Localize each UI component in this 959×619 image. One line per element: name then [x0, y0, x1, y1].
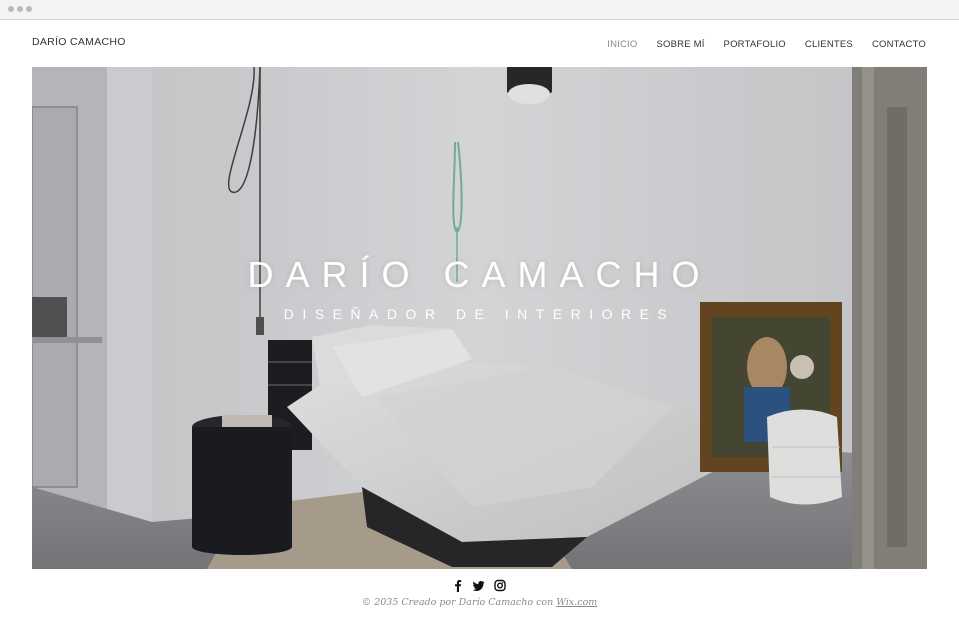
- footer-copyright-text: © 2035 Creado por Darío Camacho con: [361, 597, 557, 608]
- site-title-link[interactable]: DARÍO CAMACHO: [32, 36, 126, 48]
- facebook-icon[interactable]: [452, 579, 464, 592]
- nav-item-sobre-mi[interactable]: SOBRE MÍ: [656, 39, 704, 50]
- nav-item-contacto[interactable]: CONTACTO: [872, 39, 926, 50]
- browser-chrome-bar: [0, 0, 959, 20]
- hero-title: DARÍO CAMACHO: [247, 254, 712, 295]
- nav-item-clientes[interactable]: CLIENTES: [805, 39, 853, 50]
- footer-copyright: © 2035 Creado por Darío Camacho con Wix.…: [0, 597, 959, 608]
- hero-subtitle: DISEÑADOR DE INTERIORES: [283, 306, 676, 322]
- window-dot: [17, 6, 23, 12]
- instagram-icon[interactable]: [494, 579, 506, 592]
- main-navigation: INICIO SOBRE MÍ PORTAFOLIO CLIENTES CONT…: [607, 39, 926, 50]
- footer-wix-link[interactable]: Wix.com: [556, 597, 597, 608]
- nav-item-inicio[interactable]: INICIO: [607, 39, 637, 50]
- twitter-icon[interactable]: [472, 579, 485, 592]
- social-links: [452, 579, 506, 592]
- window-dot: [26, 6, 32, 12]
- window-dot: [8, 6, 14, 12]
- nav-item-portafolio[interactable]: PORTAFOLIO: [724, 39, 786, 50]
- hero-banner: DARÍO CAMACHO DISEÑADOR DE INTERIORES: [32, 67, 927, 569]
